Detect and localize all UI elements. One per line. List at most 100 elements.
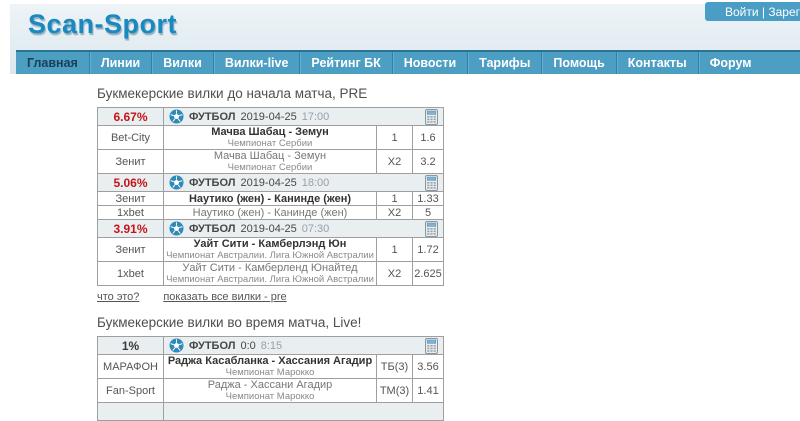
calculator-icon[interactable] — [425, 221, 438, 237]
bookmaker-name: 1xbet — [98, 206, 164, 220]
league-name: Чемпионат Сербии — [164, 138, 376, 149]
event-name: Наутико (жен) - Канинде (жен) — [164, 207, 376, 219]
fork-header-row: 3.91% ФУТБОЛ — [98, 220, 444, 238]
fork-percent: 5.06% — [98, 174, 164, 192]
odds-value: 1.41 — [413, 379, 444, 403]
bookmaker-name: Зенит — [98, 150, 164, 174]
fork-meta-sub: 17:00 — [302, 111, 330, 123]
football-icon — [169, 338, 184, 353]
event-name: Наутико (жен) - Канинде (жен) — [164, 193, 376, 205]
fork-percent — [98, 403, 164, 421]
odds-value: 1.33 — [413, 192, 444, 206]
event-name: Мачва Шабац - Земун — [164, 126, 376, 138]
fork-percent: 3.91% — [98, 220, 164, 238]
event-name: Раджа - Хассани Агадир — [164, 379, 376, 391]
league-name: Чемпионат Марокко — [164, 391, 376, 402]
fork-meta-sub: 18:00 — [302, 177, 330, 189]
bet-row: Fan-Sport Раджа - Хассани Агадир Чемпион… — [98, 379, 444, 403]
bet-row: Зенит Наутико (жен) - Канинде (жен) 1 1.… — [98, 192, 444, 206]
odds-value: 1.6 — [413, 126, 444, 150]
bet-row: МАРАФОН Раджа Касабланка - Хассания Агад… — [98, 355, 444, 379]
fork-meta-main: 2019-04-25 — [240, 111, 296, 123]
nav-item-lines[interactable]: Линии — [89, 52, 151, 74]
football-icon — [169, 175, 184, 190]
bet-row: Зенит Мачва Шабац - Земун Чемпионат Серб… — [98, 150, 444, 174]
football-icon — [169, 221, 184, 236]
fork-header-row: 5.06% ФУТБОЛ — [98, 174, 444, 192]
forks-section: Букмекерские вилки до начала матча, PRE … — [97, 86, 457, 303]
show-all-forks-link[interactable]: показать все вилки - pre — [163, 291, 286, 303]
odds-value: 3.2 — [413, 150, 444, 174]
fork-header-row — [98, 403, 444, 421]
nav-item-forum[interactable]: Форум — [698, 52, 763, 74]
nav-item-forks-live[interactable]: Вилки-live — [213, 52, 300, 74]
forks-table: 6.67% ФУТБОЛ — [97, 107, 444, 286]
forks-table: 1% ФУТБОЛ — [97, 336, 444, 421]
outcome: ТМ(3) — [377, 379, 413, 403]
calculator-icon[interactable] — [425, 338, 438, 354]
bet-row: Зенит Уайт Сити - Камберлэнд Юн Чемпиона… — [98, 238, 444, 262]
calculator-icon[interactable] — [425, 109, 438, 125]
header-band: Scan-Sport Войти | Зарег ГлавнаяЛинииВил… — [10, 4, 800, 74]
outcome: 1 — [377, 238, 413, 262]
outcome: X2 — [377, 262, 413, 286]
odds-value: 3.56 — [413, 355, 444, 379]
outcome: X2 — [377, 206, 413, 220]
odds-value: 2.625 — [413, 262, 444, 286]
football-icon — [169, 109, 184, 124]
event-name: Раджа Касабланка - Хассания Агадир — [164, 355, 376, 367]
bookmaker-name: МАРАФОН — [98, 355, 164, 379]
fork-header-row: 6.67% ФУТБОЛ — [98, 108, 444, 126]
fork-meta-sub: 07:30 — [302, 223, 330, 235]
event-name: Уайт Сити - Камберленд Юнайтед — [164, 262, 376, 274]
fork-sport: ФУТБОЛ — [189, 177, 235, 189]
fork-sport: ФУТБОЛ — [189, 223, 235, 235]
fork-meta-main: 2019-04-25 — [240, 177, 296, 189]
league-name: Чемпионат Австралии. Лига Южной Австрали… — [164, 274, 376, 285]
section-links: что это? показать все вилки - pre — [97, 291, 457, 303]
outcome: 1 — [377, 126, 413, 150]
bookmaker-name: Зенит — [98, 238, 164, 262]
fork-sport: ФУТБОЛ — [189, 340, 235, 352]
bookmaker-name: Fan-Sport — [98, 379, 164, 403]
event-name: Мачва Шабац - Земун — [164, 150, 376, 162]
event-name: Уайт Сити - Камберлэнд Юн — [164, 238, 376, 250]
odds-value: 1.72 — [413, 238, 444, 262]
fork-meta-main: 0:0 — [240, 340, 255, 352]
bookmaker-name: 1xbet — [98, 262, 164, 286]
site-logo[interactable]: Scan-Sport — [28, 9, 177, 40]
main-nav: ГлавнаяЛинииВилкиВилки-liveРейтинг БКНов… — [16, 50, 800, 74]
content: Букмекерские вилки до начала матча, PRE … — [97, 86, 457, 421]
bookmaker-name: Зенит — [98, 192, 164, 206]
nav-item-tariffs[interactable]: Тарифы — [467, 52, 541, 74]
bet-row: 1xbet Уайт Сити - Камберленд Юнайтед Чем… — [98, 262, 444, 286]
forks-section: Букмекерские вилки во время матча, Live!… — [97, 315, 457, 421]
section-heading: Букмекерские вилки до начала матча, PRE — [97, 86, 457, 101]
fork-percent: 6.67% — [98, 108, 164, 126]
fork-meta-main: 2019-04-25 — [240, 223, 296, 235]
nav-item-help[interactable]: Помощь — [541, 52, 615, 74]
fork-header-row: 1% ФУТБОЛ — [98, 337, 444, 355]
bet-row: 1xbet Наутико (жен) - Канинде (жен) X2 5 — [98, 206, 444, 220]
bookmaker-name: Bet-City — [98, 126, 164, 150]
nav-item-news[interactable]: Новости — [392, 52, 467, 74]
outcome: ТБ(3) — [377, 355, 413, 379]
nav-item-forks[interactable]: Вилки — [151, 52, 213, 74]
fork-sport: ФУТБОЛ — [189, 111, 235, 123]
login-register-button[interactable]: Войти | Зарег — [705, 2, 800, 21]
bet-row: Bet-City Мачва Шабац - Земун Чемпионат С… — [98, 126, 444, 150]
nav-item-contacts[interactable]: Контакты — [616, 52, 698, 74]
outcome: 1 — [377, 192, 413, 206]
fork-percent: 1% — [98, 337, 164, 355]
nav-item-bookie-rating[interactable]: Рейтинг БК — [299, 52, 391, 74]
calculator-icon[interactable] — [425, 175, 438, 191]
odds-value: 5 — [413, 206, 444, 220]
what-is-this-link[interactable]: что это? — [97, 291, 139, 303]
nav-item-home[interactable]: Главная — [16, 52, 89, 74]
section-heading: Букмекерские вилки во время матча, Live! — [97, 315, 457, 330]
league-name: Чемпионат Марокко — [164, 367, 376, 378]
league-name: Чемпионат Сербии — [164, 162, 376, 173]
fork-meta-sub: 8:15 — [261, 340, 282, 352]
outcome: X2 — [377, 150, 413, 174]
league-name: Чемпионат Австралии. Лига Южной Австрали… — [164, 250, 376, 261]
